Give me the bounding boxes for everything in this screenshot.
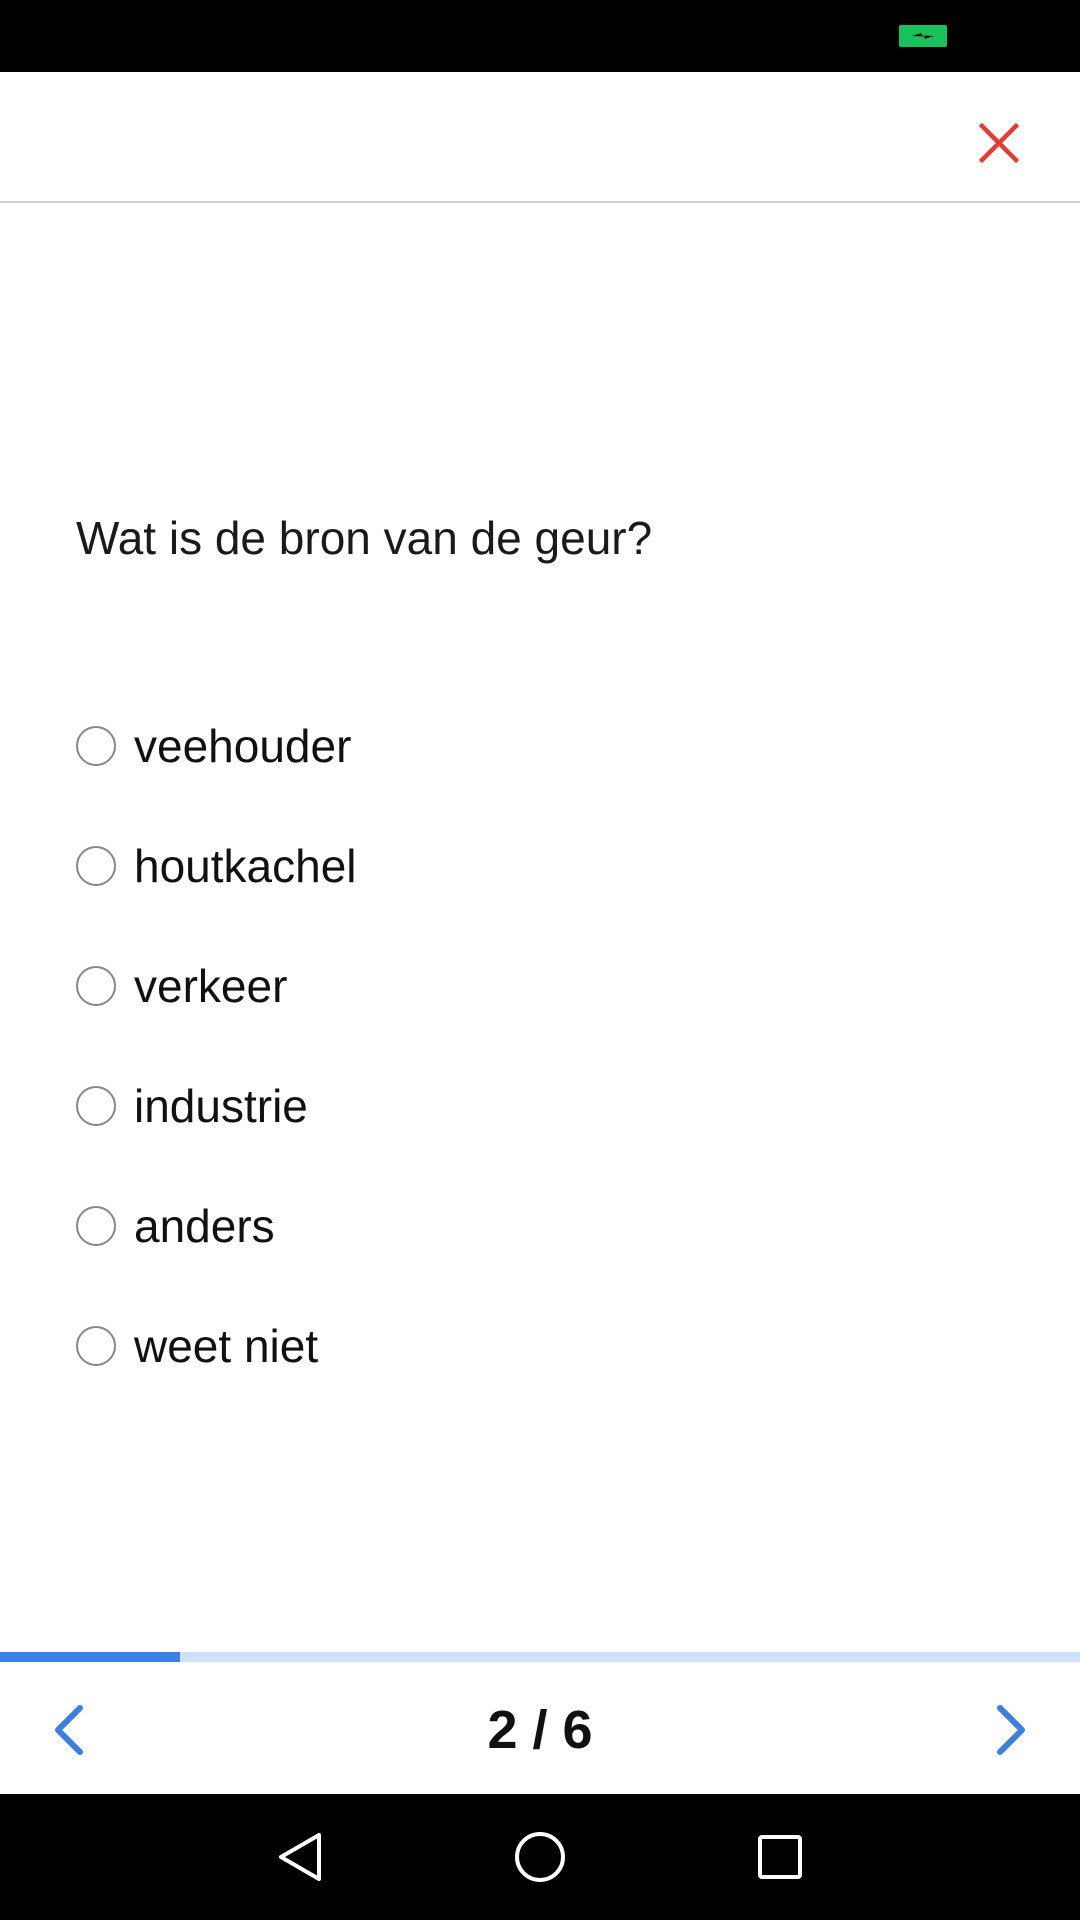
radio-button[interactable] — [76, 1326, 116, 1366]
progress-bar — [0, 1652, 1080, 1662]
answer-option[interactable]: industrie — [76, 1078, 1016, 1198]
recents-square-icon — [758, 1835, 802, 1879]
radio-button[interactable] — [76, 726, 116, 766]
header — [0, 72, 1080, 203]
battery-charging-icon — [899, 25, 947, 47]
progress-fill — [0, 1652, 181, 1662]
radio-button[interactable] — [76, 1206, 116, 1246]
answer-option[interactable]: anders — [76, 1198, 1016, 1318]
answer-option[interactable]: veehouder — [76, 718, 1016, 838]
radio-button[interactable] — [76, 1086, 116, 1126]
close-icon — [979, 123, 1019, 163]
radio-button[interactable] — [76, 966, 116, 1006]
footer-navigation: 2 / 6 — [0, 1662, 1080, 1794]
system-recents-button[interactable] — [750, 1827, 810, 1887]
option-label: industrie — [134, 1080, 308, 1132]
answer-options: veehouder houtkachel verkeer industrie ander… — [76, 718, 1016, 1438]
answer-option[interactable]: weet niet — [76, 1318, 1016, 1438]
page-indicator: 2 / 6 — [487, 1700, 593, 1760]
system-home-button[interactable] — [510, 1827, 570, 1887]
back-triangle-icon — [279, 1833, 321, 1881]
option-label: verkeer — [134, 960, 288, 1012]
system-navigation-bar — [0, 1794, 1080, 1920]
radio-button[interactable] — [76, 846, 116, 886]
question-text: Wat is de bron van de geur? — [76, 512, 653, 564]
answer-option[interactable]: verkeer — [76, 958, 1016, 1078]
option-label: houtkachel — [134, 840, 357, 892]
next-button[interactable] — [980, 1700, 1040, 1760]
home-circle-icon — [515, 1832, 565, 1882]
close-button[interactable] — [970, 114, 1028, 172]
option-label: anders — [134, 1200, 275, 1252]
status-bar — [0, 0, 1080, 72]
option-label: weet niet — [134, 1320, 319, 1372]
option-label: veehouder — [134, 720, 352, 772]
answer-option[interactable]: houtkachel — [76, 838, 1016, 958]
system-back-button[interactable] — [270, 1827, 330, 1887]
chevron-right-icon — [997, 1705, 1025, 1755]
